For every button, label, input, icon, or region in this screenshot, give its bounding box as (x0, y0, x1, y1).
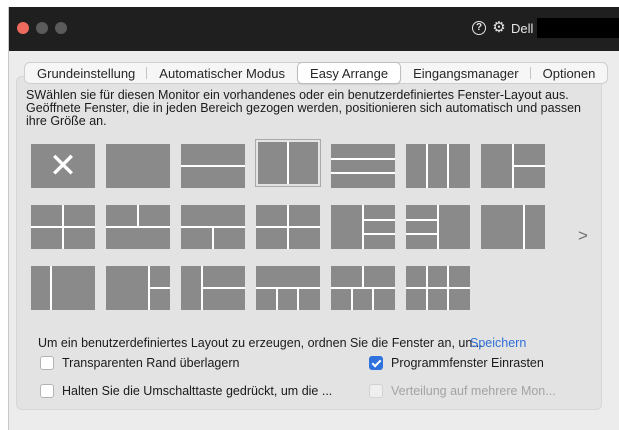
option-transparent-border[interactable]: Transparenten Rand überlagern (40, 356, 239, 370)
option-multi-monitor: Verteilung auf mehrere Mon... (369, 384, 556, 398)
tab-grundeinstellung[interactable]: Grundeinstellung (25, 63, 148, 83)
layout-left-full-right-three[interactable] (331, 205, 395, 249)
hold-shift-label: Halten Sie die Umschalttaste gedrückt, u… (62, 384, 333, 398)
layout-three-rows[interactable] (331, 144, 395, 188)
minimize-window-button[interactable] (36, 22, 48, 34)
tab-automatischer-modus[interactable]: Automatischer Modus (147, 63, 297, 83)
multi-monitor-label: Verteilung auf mehrere Mon... (391, 384, 556, 398)
custom-layout-hint: Um ein benutzerdefiniertes Layout zu erz… (38, 336, 483, 350)
layout-wide-left-two-right[interactable] (106, 266, 170, 310)
title-bar: ? ⚙ Dell (9, 7, 619, 51)
layout-left-three-right-full[interactable] (406, 205, 470, 249)
close-icon: ✕ (48, 147, 78, 185)
snap-windows-label: Programmfenster Einrasten (391, 356, 544, 370)
layout-wide-left-narrow-right[interactable] (481, 205, 545, 249)
layout-two-rows[interactable] (181, 144, 245, 188)
snap-windows-checkbox[interactable] (369, 356, 383, 370)
transparent-border-label: Transparenten Rand überlagern (62, 356, 240, 370)
tab-optionen[interactable]: Optionen (531, 63, 608, 83)
layout-top-two-bottom-three[interactable] (331, 266, 395, 310)
next-page-arrow[interactable]: > (578, 226, 588, 246)
option-hold-shift[interactable]: Halten Sie die Umschalttaste gedrückt, u… (40, 384, 332, 398)
layout-two-columns[interactable] (255, 139, 321, 187)
layout-top-full-bottom-split[interactable] (181, 205, 245, 249)
tab-bar: Grundeinstellung Automatischer Modus Eas… (24, 62, 609, 84)
save-layout-link[interactable]: Speichern (470, 336, 526, 350)
layout-full[interactable] (106, 144, 170, 188)
zoom-window-button[interactable] (55, 22, 67, 34)
redacted-model-name (537, 18, 619, 38)
tab-eingangsmanager[interactable]: Eingangsmanager (401, 63, 531, 83)
layout-six-grid[interactable] (406, 266, 470, 310)
app-name: Dell (511, 21, 534, 36)
transparent-border-checkbox[interactable] (40, 356, 54, 370)
option-snap-windows[interactable]: Programmfenster Einrasten (369, 356, 544, 370)
layout-three-columns[interactable] (406, 144, 470, 188)
layout-narrow-left-two-right[interactable] (181, 266, 245, 310)
close-window-button[interactable] (17, 22, 29, 34)
layout-top-full-bottom-three[interactable] (256, 266, 320, 310)
tab-easy-arrange[interactable]: Easy Arrange (297, 62, 402, 84)
layout-top-split-bottom-full[interactable] (106, 205, 170, 249)
layout-clear[interactable]: ✕ (31, 144, 95, 188)
layout-narrow-left-wide-right[interactable] (31, 266, 95, 310)
layout-four-grid-a[interactable] (31, 205, 95, 249)
layout-description: SWählen sie für diesen Monitor ein vorha… (26, 88, 581, 128)
multi-monitor-checkbox (369, 384, 383, 398)
layout-left-right-split[interactable] (481, 144, 545, 188)
help-icon[interactable]: ? (472, 21, 486, 35)
gear-icon[interactable]: ⚙ (491, 20, 507, 36)
layout-four-grid-b[interactable] (256, 205, 320, 249)
hold-shift-checkbox[interactable] (40, 384, 54, 398)
